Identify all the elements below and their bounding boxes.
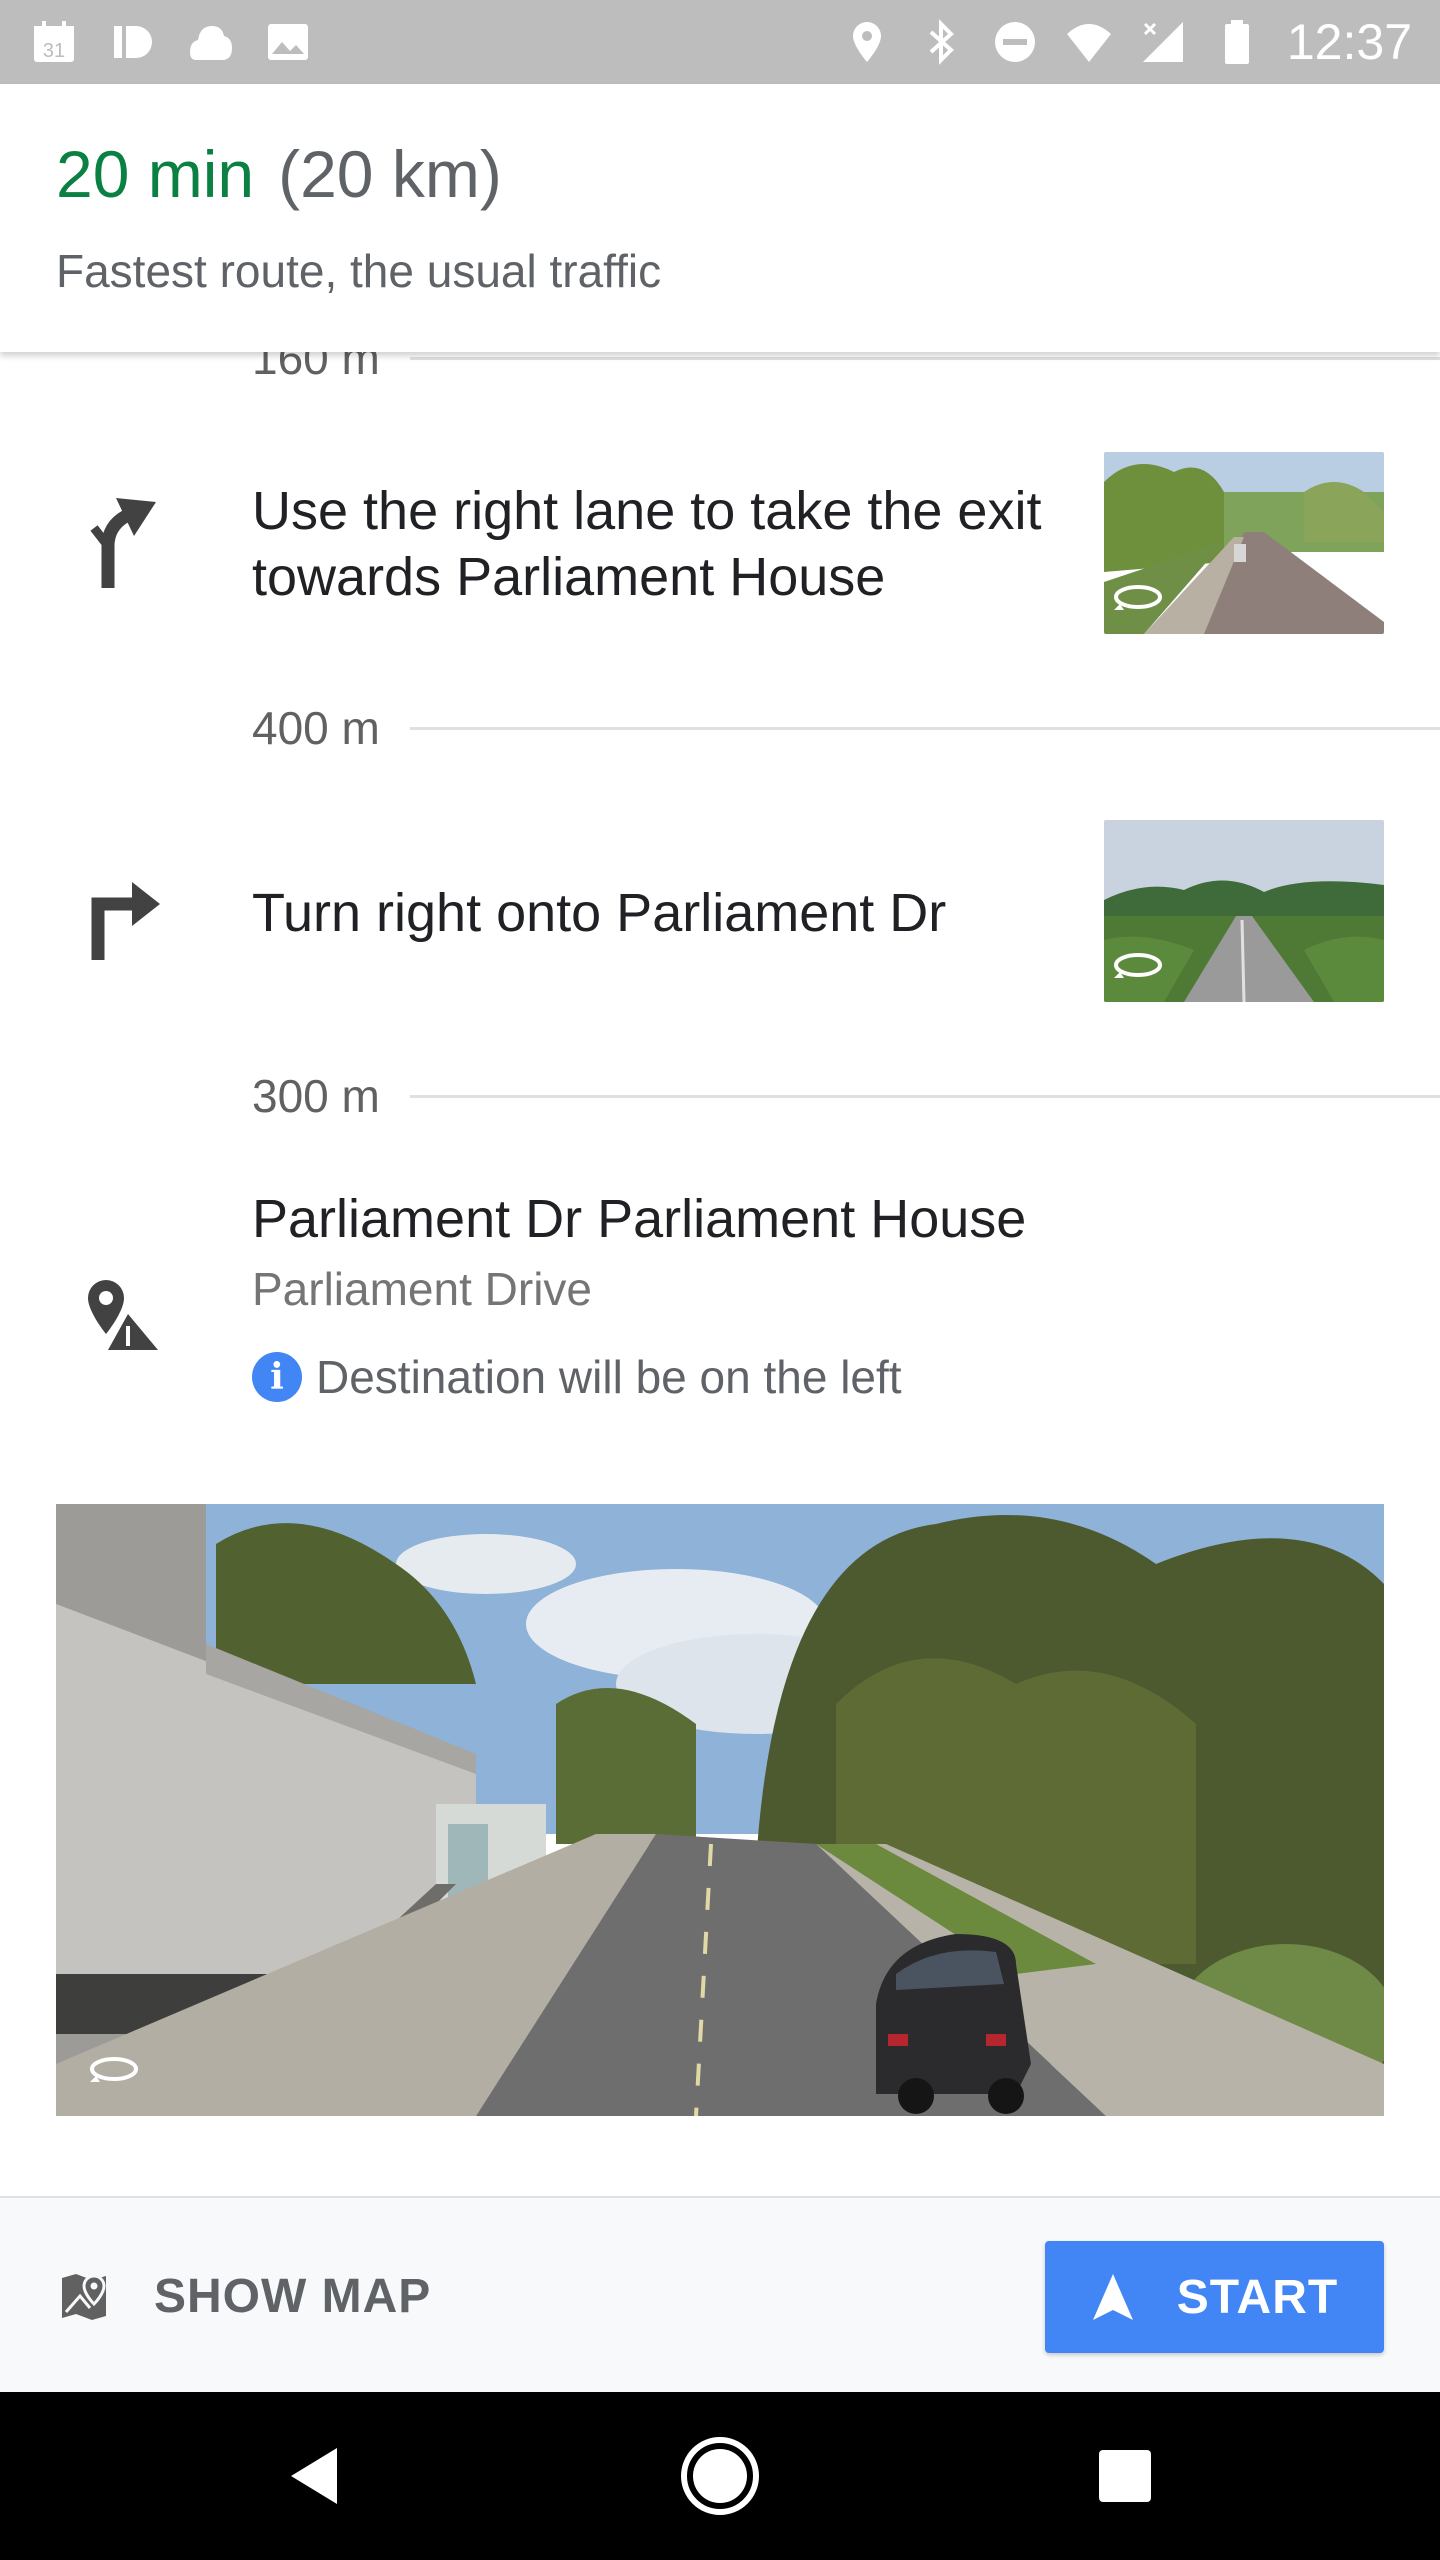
rotate-360-icon — [90, 2057, 138, 2082]
status-right-icons: 12:37 — [843, 0, 1412, 84]
distance-divider: 400 m — [252, 698, 1440, 758]
eta-distance: (20 km) — [278, 137, 502, 211]
destination-subtitle: Parliament Drive — [252, 1263, 592, 1315]
wifi-icon — [1066, 24, 1111, 62]
start-label: START — [1176, 2270, 1339, 2324]
navigation-arrow-icon — [1092, 2274, 1133, 2320]
calendar-icon: 31 — [34, 21, 74, 62]
info-icon: i — [252, 1352, 302, 1402]
distance-divider: 300 m — [252, 1066, 1440, 1126]
divider-line — [409, 726, 1440, 730]
route-summary-header: 20 min (20 km) Fastest route, the usual t… — [0, 84, 1440, 352]
destination-note-text: Destination will be on the left — [316, 1351, 902, 1403]
street-view-thumbnail[interactable] — [1104, 452, 1384, 634]
svg-text:31: 31 — [43, 40, 65, 62]
back-icon — [291, 2448, 337, 2504]
street-view-image — [56, 1504, 1384, 2116]
back-button[interactable] — [265, 2426, 365, 2526]
destination-street-view[interactable] — [56, 1504, 1384, 2116]
rotate-360-icon — [1114, 953, 1162, 978]
system-navigation-bar — [0, 2392, 1440, 2560]
route-description: Fastest route, the usual traffic — [56, 245, 662, 297]
show-map-button[interactable]: SHOW MAP — [56, 2254, 431, 2338]
bluetooth-icon — [929, 19, 954, 65]
slight-left-exit-icon — [90, 498, 156, 588]
image-icon — [268, 24, 308, 60]
home-button[interactable] — [670, 2426, 770, 2526]
status-time: 12:37 — [1286, 14, 1412, 70]
directions-list[interactable]: 160 m Use the right lane to take the exi… — [0, 352, 1440, 2196]
battery-icon — [1224, 20, 1249, 64]
distance-divider: 160 m — [252, 352, 1440, 388]
step-instruction: Use the right lane to take the exit towa… — [252, 481, 1042, 607]
id-icon — [114, 26, 152, 58]
rotate-360-icon — [1114, 585, 1162, 610]
destination-note: i Destination will be on the left — [252, 1350, 902, 1404]
distance-label: 160 m — [252, 352, 380, 384]
dnd-icon — [994, 22, 1035, 62]
status-left-icons: 31 — [30, 0, 312, 84]
status-bar: 31 12:37 — [0, 0, 1440, 84]
destination-pin-icon — [88, 1280, 158, 1350]
bottom-action-bar: SHOW MAP START — [0, 2196, 1440, 2392]
divider-line — [409, 356, 1440, 360]
cloud-icon — [190, 26, 232, 60]
eta-summary: 20 min (20 km) — [56, 134, 502, 214]
recents-button[interactable] — [1075, 2426, 1175, 2526]
direction-step[interactable]: Turn right onto Parliament Dr — [0, 820, 1440, 1006]
divider-line — [409, 1094, 1440, 1098]
destination-title: Parliament Dr Parliament House — [252, 1189, 1027, 1249]
step-instruction: Turn right onto Parliament Dr — [252, 883, 947, 943]
street-view-thumbnail[interactable] — [1104, 820, 1384, 1002]
destination-step[interactable]: Parliament Dr Parliament House Parliamen… — [0, 1182, 1440, 1482]
turn-right-icon — [91, 882, 160, 960]
map-icon — [62, 2274, 106, 2320]
distance-label: 400 m — [252, 702, 380, 754]
distance-label: 300 m — [252, 1070, 380, 1122]
recents-icon — [1099, 2450, 1151, 2502]
show-map-label: SHOW MAP — [154, 2269, 432, 2323]
home-icon — [681, 2437, 759, 2515]
start-navigation-button[interactable]: START — [1045, 2241, 1384, 2353]
direction-step[interactable]: Use the right lane to take the exit towa… — [0, 452, 1440, 638]
eta-time: 20 min — [56, 137, 255, 211]
location-icon — [852, 22, 881, 62]
signal-icon — [1142, 22, 1183, 62]
